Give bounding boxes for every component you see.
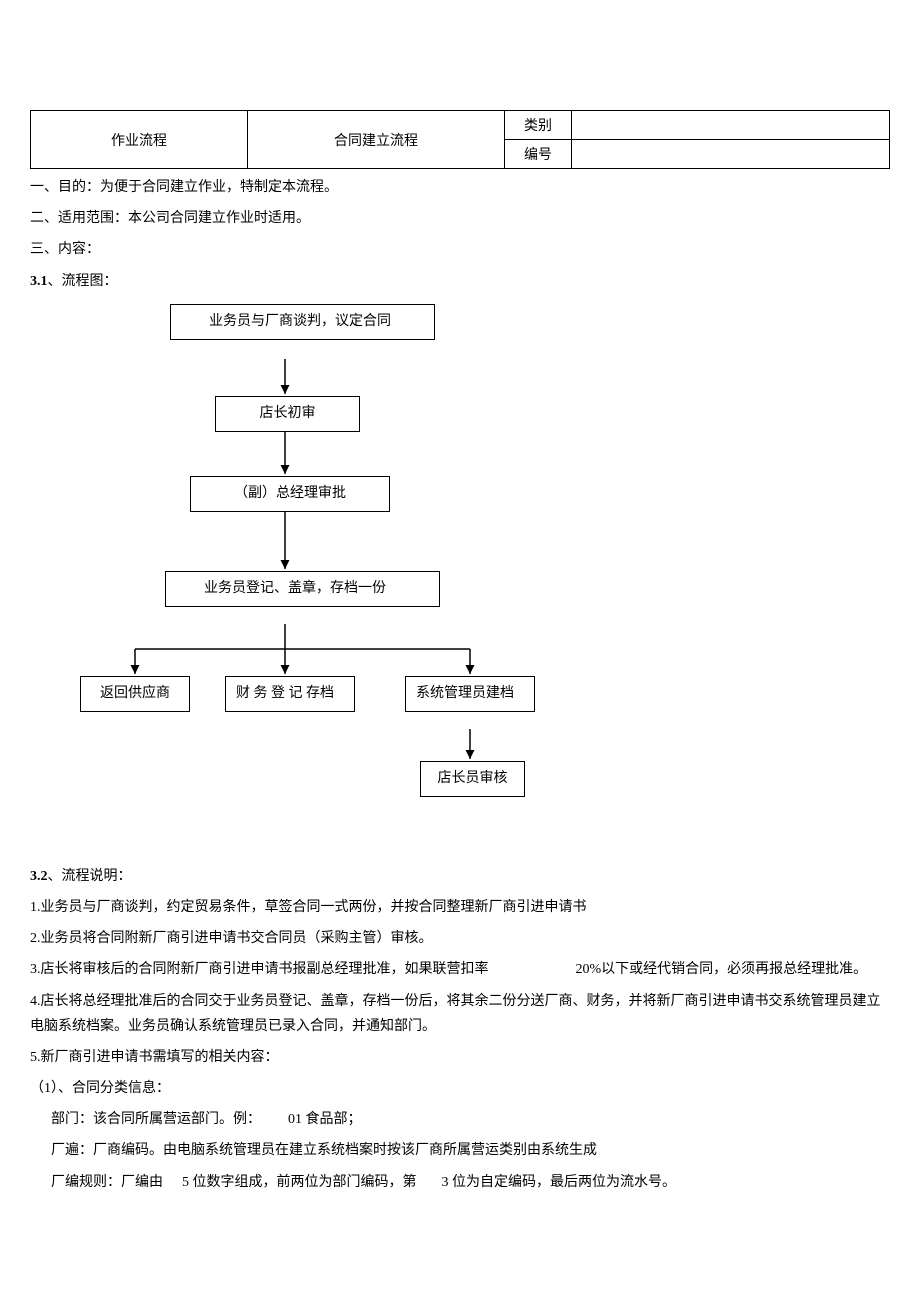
intro-section: 一、目的：为便于合同建立作业，特制定本流程。 二、适用范围：本公司合同建立作业时… bbox=[30, 175, 890, 294]
explain-p3a: 3.店长将审核后的合同附新厂商引进申请书报副总经理批准，如果联营扣率 bbox=[30, 962, 489, 977]
header-table: 作业流程 合同建立流程 类别 编号 bbox=[30, 110, 890, 169]
explain-p4: 4.店长将总经理批准后的合同交于业务员登记、盖章，存档一份后，将其余二份分送厂商… bbox=[30, 989, 890, 1039]
explanation-section: 3.2、流程说明： 1.业务员与厂商谈判，约定贸易条件，草签合同一式两份，并按合… bbox=[30, 864, 890, 1195]
flow-node-register: 业务员登记、盖章，存档一份 bbox=[165, 571, 440, 607]
explain-p7: 部门：该合同所属营运部门。例： 01 食品部； bbox=[30, 1107, 890, 1132]
explain-p9a: 厂编规则：厂编由 bbox=[51, 1175, 163, 1190]
intro-line1: 一、目的：为便于合同建立作业，特制定本流程。 bbox=[30, 175, 890, 200]
intro-line3: 三、内容： bbox=[30, 237, 890, 262]
explain-p3: 3.店长将审核后的合同附新厂商引进申请书报副总经理批准，如果联营扣率 20%以下… bbox=[30, 957, 890, 982]
intro-line2: 二、适用范围：本公司合同建立作业时适用。 bbox=[30, 206, 890, 231]
header-col1: 作业流程 bbox=[31, 111, 248, 169]
section-31-prefix: 3.1 bbox=[30, 274, 48, 289]
header-row1-label: 类别 bbox=[505, 111, 572, 140]
flow-node-return-supplier: 返回供应商 bbox=[80, 676, 190, 712]
section-32-suffix: 、流程说明： bbox=[48, 869, 132, 884]
flow-node-sysadmin-file: 系统管理员建档 bbox=[405, 676, 535, 712]
header-col2: 合同建立流程 bbox=[248, 111, 505, 169]
explain-p8: 厂遍：厂商编码。由电脑系统管理员在建立系统档案时按该厂商所属营运类别由系统生成 bbox=[30, 1138, 890, 1163]
header-row1-value bbox=[572, 111, 890, 140]
explain-p1: 1.业务员与厂商谈判，约定贸易条件，草签合同一式两份，并按合同整理新厂商引进申请… bbox=[30, 895, 890, 920]
explain-p9c: 3 位为自定编码，最后两位为流水号。 bbox=[442, 1175, 677, 1190]
header-row2-label: 编号 bbox=[505, 140, 572, 169]
flow-node-finance-file: 财 务 登 记 存档 bbox=[225, 676, 355, 712]
flow-node-store-audit: 店长员审核 bbox=[420, 761, 525, 797]
explain-p9: 厂编规则：厂编由 5 位数字组成，前两位为部门编码，第 3 位为自定编码，最后两… bbox=[30, 1170, 890, 1195]
header-row2-value bbox=[572, 140, 890, 169]
section-32-prefix: 3.2 bbox=[30, 869, 48, 884]
explain-p7a: 部门：该合同所属营运部门。例： bbox=[51, 1112, 261, 1127]
explain-p5: 5.新厂商引进申请书需填写的相关内容： bbox=[30, 1045, 890, 1070]
document-page: 作业流程 合同建立流程 类别 编号 一、目的：为便于合同建立作业，特制定本流程。… bbox=[0, 0, 920, 1231]
explain-p3b: 20%以下或经代销合同，必须再报总经理批准。 bbox=[576, 962, 868, 977]
flow-node-store-review: 店长初审 bbox=[215, 396, 360, 432]
flowchart: 业务员与厂商谈判，议定合同 店长初审 （副）总经理审批 业务员登记、盖章，存档一… bbox=[70, 304, 570, 854]
explain-p9b: 5 位数字组成，前两位为部门编码，第 bbox=[182, 1175, 417, 1190]
section-31-title: 3.1、流程图： bbox=[30, 269, 890, 294]
section-32-title: 3.2、流程说明： bbox=[30, 864, 890, 889]
flow-node-gm-approve: （副）总经理审批 bbox=[190, 476, 390, 512]
section-31-suffix: 、流程图： bbox=[48, 274, 118, 289]
explain-p6: （1）、合同分类信息： bbox=[30, 1076, 890, 1101]
explain-p2: 2.业务员将合同附新厂商引进申请书交合同员（采购主管）审核。 bbox=[30, 926, 890, 951]
flow-node-negotiate: 业务员与厂商谈判，议定合同 bbox=[170, 304, 435, 340]
explain-p7b: 01 食品部； bbox=[288, 1112, 362, 1127]
